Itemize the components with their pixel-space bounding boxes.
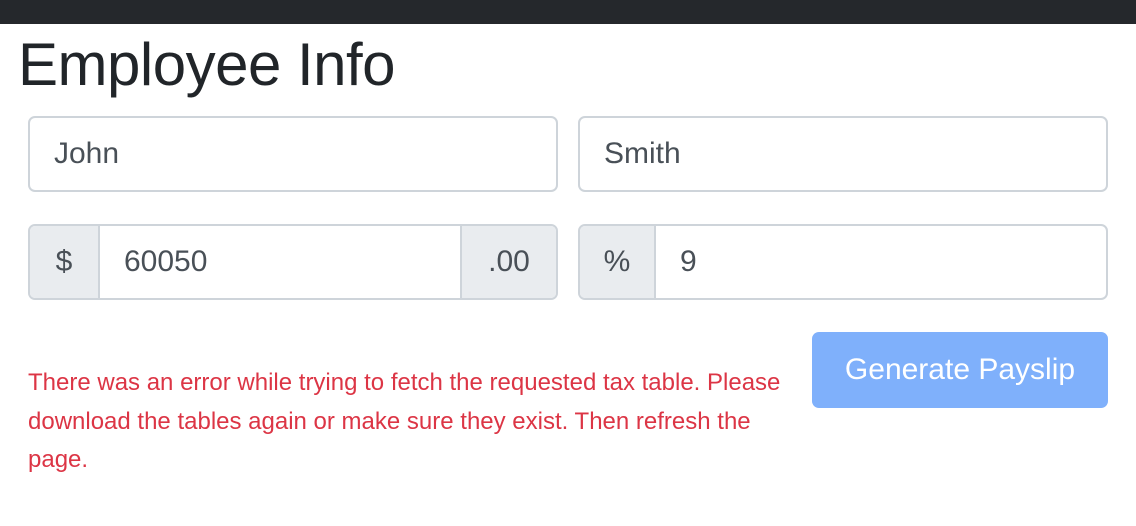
last-name-field-group [578,116,1108,192]
page-title: Employee Info [18,31,396,98]
last-name-input[interactable] [580,118,1106,190]
annual-salary-field-group: $ .00 [28,224,558,300]
generate-payslip-button[interactable]: Generate Payslip [812,332,1108,408]
top-bar [0,0,1136,24]
annual-salary-input[interactable] [100,226,460,298]
first-name-field-group [28,116,558,192]
error-message: There was an error while trying to fetch… [28,369,781,473]
super-rate-field-group: % [578,224,1108,300]
percent-prefix: % [580,226,656,298]
super-rate-input[interactable] [656,226,1106,298]
dollar-prefix: $ [30,226,100,298]
first-name-input[interactable] [30,118,556,190]
cents-suffix: .00 [460,226,556,298]
